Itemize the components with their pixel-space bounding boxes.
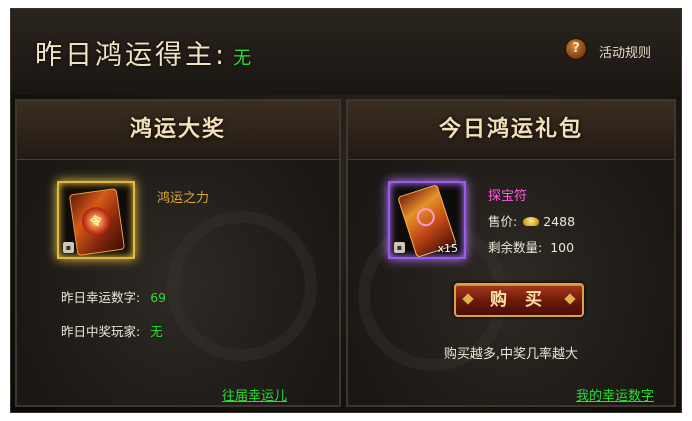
header-bar: 昨日鸿运得主: 无 ? 活动规则 bbox=[11, 9, 681, 95]
winner-value: 无 bbox=[150, 324, 163, 339]
daily-gift-title: 今日鸿运礼包 bbox=[348, 101, 674, 160]
yesterday-winner-value: 无 bbox=[233, 48, 252, 69]
winner-row: 昨日中奖玩家: 无 bbox=[61, 321, 163, 340]
grand-prize-title: 鸿运大奖 bbox=[17, 101, 339, 160]
remaining-row: 剩余数量: 100 bbox=[488, 237, 574, 256]
lock-icon: ▪ bbox=[394, 242, 405, 253]
winner-label: 昨日中奖玩家: bbox=[61, 324, 141, 339]
purchase-hint: 购买越多,中奖几率越大 bbox=[443, 347, 579, 362]
buy-button[interactable]: 购 买 bbox=[454, 283, 584, 317]
grand-prize-item-name: 鸿运之力 bbox=[157, 191, 210, 206]
yesterday-winner-title: 昨日鸿运得主: 无 bbox=[35, 33, 251, 72]
remaining-label: 剩余数量: bbox=[488, 240, 543, 255]
item-quantity: x15 bbox=[437, 242, 458, 255]
card-emblem-icon: 令 bbox=[80, 205, 112, 237]
grand-prize-panel: 鸿运大奖 令 ▪ 鸿运之力 昨日幸运数字: 69 昨日中奖玩家: 无 往届幸运儿 bbox=[15, 99, 341, 407]
past-winners-link[interactable]: 往届幸运儿 bbox=[222, 385, 287, 404]
grand-prize-item-slot[interactable]: 令 ▪ bbox=[57, 181, 135, 259]
remaining-value: 100 bbox=[550, 240, 575, 255]
lucky-draw-window: 昨日鸿运得主: 无 ? 活动规则 鸿运大奖 令 ▪ 鸿运之力 昨日幸运数字: 69… bbox=[10, 8, 682, 413]
lucky-number-label: 昨日幸运数字: bbox=[61, 290, 141, 305]
help-icon[interactable]: ? bbox=[566, 39, 586, 59]
lucky-number-value: 69 bbox=[150, 290, 167, 305]
scroll-rune-icon bbox=[414, 205, 438, 229]
lock-icon: ▪ bbox=[63, 242, 74, 253]
card-icon: 令 bbox=[68, 187, 126, 257]
gift-item-slot[interactable]: ▪ x15 bbox=[388, 181, 466, 259]
lucky-number-row: 昨日幸运数字: 69 bbox=[61, 287, 166, 306]
my-lucky-numbers-link[interactable]: 我的幸运数字 bbox=[576, 385, 654, 404]
dragon-decoration bbox=[167, 211, 317, 361]
price-row: 售价: 2488 bbox=[488, 211, 575, 230]
price-value: 2488 bbox=[543, 214, 576, 229]
price-label: 售价: bbox=[488, 214, 518, 229]
daily-gift-panel: 今日鸿运礼包 ▪ x15 探宝符 售价: 2488 剩余数量: 100 购 买 购… bbox=[346, 99, 676, 407]
gift-item-name: 探宝符 bbox=[488, 189, 528, 204]
title-label: 昨日鸿运得主: bbox=[35, 40, 228, 71]
page-frame: 昨日鸿运得主: 无 ? 活动规则 鸿运大奖 令 ▪ 鸿运之力 昨日幸运数字: 69… bbox=[0, 0, 692, 421]
activity-rules-link[interactable]: 活动规则 bbox=[599, 42, 651, 61]
gold-ingot-icon bbox=[523, 217, 540, 226]
